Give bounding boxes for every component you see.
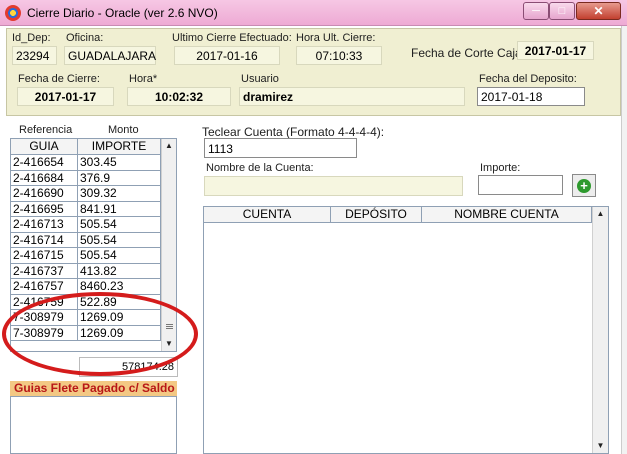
depositos-scrollbar[interactable]: ▲ ▼ [592, 207, 608, 453]
ultimo-cierre-label: Ultimo Cierre Efectuado: [172, 32, 292, 44]
column-header-nombre-cuenta[interactable]: NOMBRE CUENTA [422, 207, 592, 223]
hora-ult-cierre-field: 07:10:33 [296, 46, 382, 65]
window-border [621, 26, 627, 454]
header-panel: Id_Dep: 23294 Oficina: GUADALAJARA Ultim… [6, 28, 621, 116]
fecha-deposito-label: Fecha del Deposito: [479, 73, 577, 85]
close-button[interactable]: ✕ [576, 2, 621, 20]
guia-cell: 2-416757 [11, 279, 78, 294]
guia-cell: 2-416715 [11, 248, 78, 263]
annotation-ellipse [2, 292, 198, 376]
importe-cell: 505.54 [78, 232, 161, 248]
guia-cell: 2-416690 [11, 186, 78, 201]
usuario-field: dramirez [239, 87, 465, 106]
column-header-deposito[interactable]: DEPÓSITO [331, 207, 422, 223]
usuario-label: Usuario [241, 73, 279, 85]
column-header-importe[interactable]: IMPORTE [78, 139, 161, 155]
hora-label: Hora* [129, 73, 158, 85]
guia-cell: 2-416684 [11, 170, 78, 186]
table-row[interactable]: 2-416714 505.54 [11, 232, 161, 248]
guia-cell: 2-416695 [11, 201, 78, 217]
depositos-grid: CUENTA DEPÓSITO NOMBRE CUENTA ▲ ▼ [203, 206, 609, 454]
column-header-cuenta[interactable]: CUENTA [204, 207, 331, 223]
importe-cell: 309.32 [78, 186, 161, 201]
table-row[interactable]: 2-416684 376.9 [11, 170, 161, 186]
table-row[interactable]: 2-416654 303.45 [11, 155, 161, 171]
guias-flete-title: Guias Flete Pagado c/ Saldo [10, 381, 177, 396]
scroll-down-arrow-icon[interactable]: ▼ [593, 439, 608, 453]
guia-cell: 2-416713 [11, 217, 78, 232]
fecha-corte-field: 2017-01-17 [517, 41, 594, 60]
table-row[interactable]: 2-416713 505.54 [11, 217, 161, 233]
guia-cell: 2-416714 [11, 232, 78, 248]
guia-cell: 2-416654 [11, 155, 78, 170]
table-row[interactable]: 2-416737 413.82 [11, 263, 161, 279]
minimize-button[interactable]: ─ [523, 2, 549, 20]
importe-cell: 376.9 [78, 170, 161, 186]
cuenta-label: Teclear Cuenta (Formato 4-4-4-4): [202, 125, 385, 139]
cuenta-input[interactable]: 1113 [204, 138, 357, 158]
app-logo-icon [5, 5, 21, 21]
add-button[interactable]: + [572, 174, 596, 197]
fecha-deposito-input[interactable]: 2017-01-18 [477, 87, 585, 106]
table-row[interactable]: 2-416715 505.54 [11, 248, 161, 264]
hora-ult-cierre-label: Hora Ult. Cierre: [296, 32, 376, 44]
oficina-field: GUADALAJARA [64, 46, 156, 65]
guia-cell: 2-416737 [11, 263, 78, 279]
importe-cell: 841.91 [78, 201, 161, 217]
column-header-guia[interactable]: GUIA [11, 139, 78, 155]
importe-cell: 303.45 [78, 155, 161, 170]
ultimo-cierre-field: 2017-01-16 [174, 46, 280, 65]
monto-label: Monto [108, 124, 139, 136]
fecha-corte-label: Fecha de Corte Caja: [411, 46, 526, 60]
importe-input[interactable] [478, 175, 563, 195]
importe-label: Importe: [480, 162, 521, 174]
window-title: Cierre Diario - Oracle (ver 2.6 NVO) [27, 6, 218, 20]
scroll-up-arrow-icon[interactable]: ▲ [162, 139, 176, 153]
guias-flete-list[interactable] [10, 396, 177, 454]
table-row[interactable]: 2-416695 841.91 [11, 201, 161, 217]
hora-field: 10:02:32 [127, 87, 231, 106]
scroll-up-arrow-icon[interactable]: ▲ [593, 207, 608, 221]
importe-cell: 505.54 [78, 217, 161, 232]
referencia-label: Referencia [19, 124, 73, 136]
importe-cell: 413.82 [78, 263, 161, 279]
table-row[interactable]: 2-416690 309.32 [11, 186, 161, 202]
title-bar: Cierre Diario - Oracle (ver 2.6 NVO) ─ □… [0, 0, 627, 26]
nombre-cuenta-label: Nombre de la Cuenta: [206, 162, 314, 174]
oficina-label: Oficina: [66, 32, 104, 44]
fecha-cierre-field: 2017-01-17 [17, 87, 114, 106]
fecha-cierre-label: Fecha de Cierre: [18, 73, 100, 85]
maximize-button[interactable]: □ [549, 2, 575, 20]
id-dep-label: Id_Dep: [12, 32, 51, 44]
nombre-cuenta-field [204, 176, 463, 196]
plus-icon: + [577, 179, 591, 193]
id-dep-field: 23294 [12, 46, 57, 65]
importe-cell: 505.54 [78, 248, 161, 263]
